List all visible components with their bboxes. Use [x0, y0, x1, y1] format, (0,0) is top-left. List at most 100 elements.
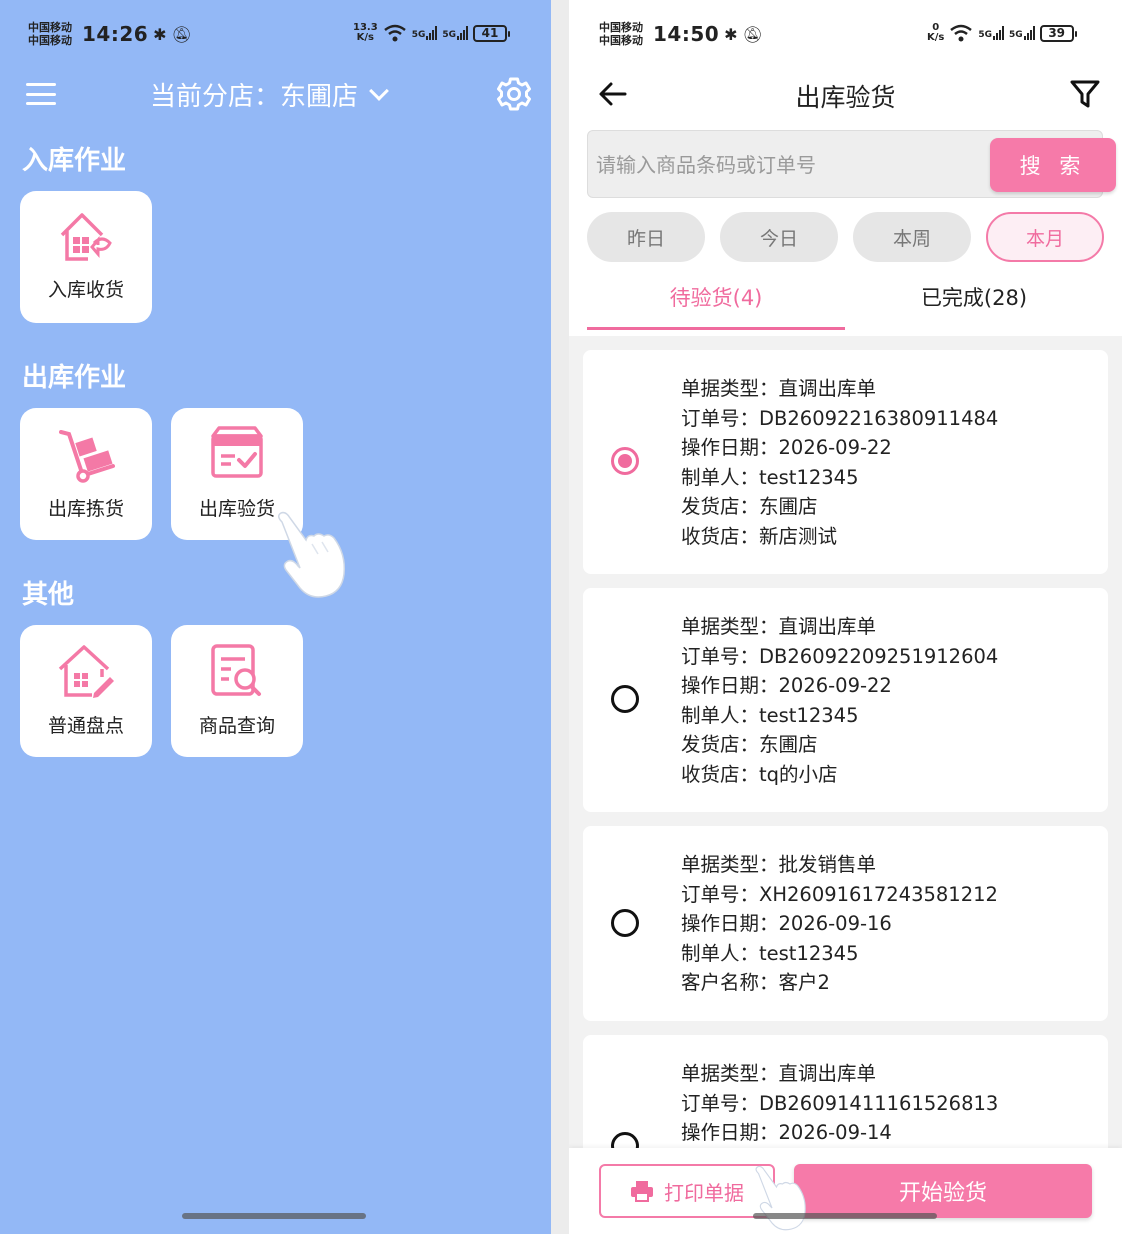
menu-icon[interactable] — [26, 83, 56, 105]
chip-this-week[interactable]: 本周 — [853, 212, 971, 262]
order-sender: 发货店：东圃店 — [681, 733, 818, 757]
print-label: 打印单据 — [664, 1180, 744, 1205]
carrier-info: 中国移动 中国移动 — [599, 21, 651, 47]
search-bar: 搜 索 — [587, 130, 1116, 198]
order-date: 操作日期：2026-09-14 — [681, 1121, 892, 1145]
printer-icon — [631, 1181, 653, 1202]
order-card[interactable]: 单据类型：直调出库单 订单号：DB26092209251912604 操作日期：… — [583, 588, 1108, 812]
order-creator: 制单人：test12345 — [681, 465, 859, 489]
wifi-icon — [950, 24, 973, 42]
tab-completed[interactable]: 已完成(28) — [845, 282, 1103, 312]
order-type: 单据类型：直调出库单 — [681, 377, 877, 400]
tile-outbound-pick[interactable]: 出库拣货 — [20, 408, 152, 540]
order-number: 订单号：XH26091617243581212 — [681, 882, 998, 906]
hand-truck-icon — [59, 430, 115, 483]
house-inventory-icon — [58, 645, 114, 698]
tile-inbound-receive[interactable]: 入库收货 — [20, 191, 152, 323]
order-creator: 制单人：test12345 — [681, 703, 859, 727]
order-number: 订单号：DB26092216380911484 — [681, 406, 999, 430]
order-radio[interactable] — [611, 909, 639, 937]
bluetooth-icon: ✱ — [153, 24, 167, 44]
order-details: 单据类型：直调出库单 订单号：DB26092209251912604 操作日期：… — [681, 612, 998, 790]
carrier-2: 中国移动 — [599, 34, 643, 47]
status-time: 14:50 — [653, 22, 720, 46]
network-speed: 0 K/s — [927, 23, 944, 43]
carrier-2: 中国移动 — [28, 34, 72, 47]
carrier-info: 中国移动 中国移动 — [28, 21, 80, 47]
order-radio[interactable] — [611, 685, 639, 713]
order-date: 操作日期：2026-09-16 — [681, 912, 892, 936]
battery-icon: 41 — [473, 24, 510, 42]
screenshot-composite: 中国移动 中国移动 14:26 ✱ 🔕︎ 13.3 K/s 5G 5G 41 当… — [0, 0, 1122, 1234]
tile-label: 出库验货 — [198, 498, 275, 520]
search-button[interactable]: 搜 索 — [990, 138, 1116, 192]
order-date: 操作日期：2026-09-22 — [681, 436, 892, 460]
signal-sim2-icon: 5G — [1009, 26, 1035, 40]
battery-icon: 39 — [1039, 24, 1077, 42]
order-card[interactable]: 单据类型：直调出库单 订单号：DB26092216380911484 操作日期：… — [583, 350, 1108, 574]
carrier-1: 中国移动 — [599, 21, 643, 34]
home-header: 当前分店：东圃店 — [0, 72, 551, 116]
mute-bell-icon: 🔕︎ — [742, 24, 763, 44]
signal-sim2-icon: 5G — [442, 26, 468, 40]
search-input[interactable] — [596, 149, 956, 181]
filter-icon[interactable] — [1069, 78, 1101, 110]
box-check-icon — [211, 426, 263, 478]
section-outbound: 出库作业 — [22, 363, 127, 393]
chip-yesterday[interactable]: 昨日 — [587, 212, 705, 262]
gear-icon[interactable] — [494, 74, 534, 114]
store-selector[interactable]: 当前分店：东圃店 — [150, 76, 389, 113]
warehouse-receive-icon — [60, 213, 112, 261]
status-time: 14:26 — [82, 22, 149, 46]
tab-pending[interactable]: 待验货(4) — [587, 282, 845, 312]
speed-unit: K/s — [927, 32, 945, 43]
start-check-button[interactable]: 开始验货 — [794, 1164, 1092, 1218]
tile-stocktake[interactable]: 普通盘点 — [20, 625, 152, 757]
wifi-icon — [383, 24, 406, 42]
store-label: 当前分店：东圃店 — [150, 82, 359, 112]
order-type: 单据类型：直调出库单 — [681, 1062, 877, 1085]
signal-sim1-icon: 5G — [412, 26, 438, 40]
order-details: 单据类型：直调出库单 订单号：DB26092216380911484 操作日期：… — [681, 374, 998, 552]
order-number: 订单号：DB26091411161526813 — [681, 1091, 999, 1115]
outbound-check-screen: 中国移动 中国移动 14:50 ✱ 🔕︎ 0 K/s 5G 5G 39 出库验货 — [569, 0, 1122, 1234]
chevron-down-icon — [369, 80, 389, 101]
tile-label: 商品查询 — [198, 715, 275, 737]
status-bar-right: 中国移动 中国移动 14:50 ✱ 🔕︎ — [599, 16, 763, 52]
bottom-action-bar: 打印单据 开始验货 — [569, 1148, 1122, 1234]
order-card[interactable]: 单据类型：批发销售单 订单号：XH26091617243581212 操作日期：… — [583, 826, 1108, 1021]
order-radio[interactable] — [611, 447, 639, 475]
order-creator: 制单人：test12345 — [681, 941, 859, 965]
chip-this-month[interactable]: 本月 — [986, 212, 1104, 262]
print-button[interactable]: 打印单据 — [599, 1164, 775, 1218]
order-sender: 发货店：东圃店 — [681, 495, 818, 519]
section-other: 其他 — [22, 580, 75, 610]
status-icons-right: 0 K/s 5G 5G 39 — [927, 20, 1077, 46]
order-receiver: 收货店：tq的小店 — [681, 762, 838, 786]
speed-unit: K/s — [356, 32, 375, 43]
tile-label: 普通盘点 — [47, 715, 124, 737]
order-type: 单据类型：直调出库单 — [681, 615, 877, 638]
section-inbound: 入库作业 — [22, 146, 127, 176]
home-screen: 中国移动 中国移动 14:26 ✱ 🔕︎ 13.3 K/s 5G 5G 41 当… — [0, 0, 551, 1234]
order-receiver: 收货店：新店测试 — [681, 524, 838, 548]
bluetooth-icon: ✱ — [724, 24, 738, 44]
page-header: 出库验货 — [569, 72, 1122, 118]
status-icons-left: 13.3 K/s 5G 5G 41 — [353, 20, 510, 46]
carrier-1: 中国移动 — [28, 21, 72, 34]
tap-hand-icon — [755, 1165, 806, 1231]
order-details: 单据类型：批发销售单 订单号：XH26091617243581212 操作日期：… — [681, 850, 998, 998]
mute-bell-icon: 🔕︎ — [171, 24, 192, 44]
home-indicator[interactable] — [182, 1213, 366, 1219]
tap-hand-icon — [278, 511, 346, 598]
home-indicator[interactable] — [753, 1213, 937, 1219]
chip-today[interactable]: 今日 — [720, 212, 838, 262]
tile-product-query[interactable]: 商品查询 — [171, 625, 303, 757]
order-details: 单据类型：直调出库单 订单号：DB26091411161526813 操作日期：… — [681, 1059, 998, 1148]
document-search-icon — [211, 644, 261, 696]
order-type: 单据类型：批发销售单 — [681, 853, 877, 876]
screen-divider — [551, 0, 569, 1234]
network-speed: 13.3 K/s — [353, 23, 378, 43]
tab-active-indicator — [587, 327, 845, 330]
tile-label: 出库拣货 — [47, 498, 124, 520]
